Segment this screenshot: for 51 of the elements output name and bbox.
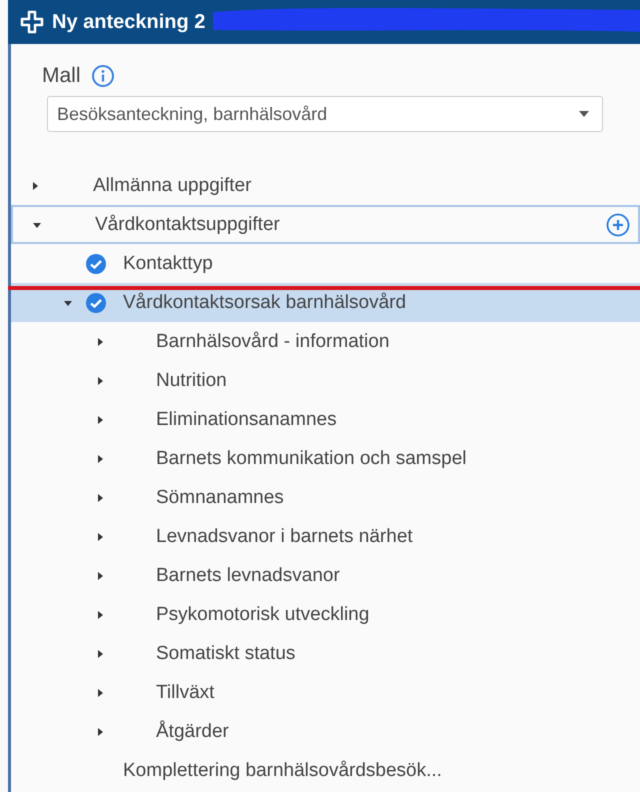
tree-row[interactable]: Psykomotorisk utveckling bbox=[11, 595, 640, 634]
tree-row[interactable]: Levnadsvanor i barnets närhet bbox=[11, 517, 640, 556]
caret-right-icon[interactable] bbox=[95, 570, 105, 580]
tree-row[interactable]: Vårdkontaktsuppgifter bbox=[11, 205, 640, 244]
tree-item-label: Sömnanamnes bbox=[156, 486, 284, 508]
caret-right-icon[interactable] bbox=[95, 648, 105, 658]
tree-row[interactable]: Barnets kommunikation och samspel bbox=[11, 439, 640, 478]
tree-row[interactable]: Sömnanamnes bbox=[11, 478, 640, 517]
caret-down-icon bbox=[578, 110, 590, 118]
tree-row[interactable]: Somatiskt status bbox=[11, 634, 640, 673]
template-label: Mall bbox=[42, 64, 81, 88]
tree-row[interactable]: Allmänna uppgifter bbox=[11, 166, 640, 205]
tree-item-label: Tillväxt bbox=[156, 682, 214, 704]
tree-row[interactable]: Åtgärder bbox=[11, 712, 640, 751]
tree-item-label: Barnets kommunikation och samspel bbox=[156, 448, 466, 470]
caret-right-icon[interactable] bbox=[95, 454, 105, 464]
caret-right-icon[interactable] bbox=[95, 610, 105, 620]
tree-item-label: Psykomotorisk utveckling bbox=[156, 604, 370, 626]
caret-right-icon[interactable] bbox=[95, 688, 105, 698]
caret-right-icon[interactable] bbox=[95, 532, 105, 542]
tree-item-label: Vårdkontaktsuppgifter bbox=[95, 214, 280, 236]
tree-item-label: Levnadsvanor i barnets närhet bbox=[156, 526, 413, 548]
tree-item-label: Komplettering barnhälsovårdsbesök... bbox=[123, 760, 442, 782]
tree-row[interactable]: Eliminationsanamnes bbox=[11, 400, 640, 439]
tree-item-label: Nutrition bbox=[156, 370, 227, 392]
cross-icon bbox=[20, 10, 44, 34]
caret-right-icon[interactable] bbox=[95, 726, 105, 736]
tree-item-label: Barnets levnadsvanor bbox=[156, 564, 340, 586]
tree-item-label: Somatiskt status bbox=[156, 642, 296, 664]
tree-item-label: Allmänna uppgifter bbox=[93, 174, 252, 196]
tree-row[interactable]: Tillväxt bbox=[11, 673, 640, 712]
tree-row[interactable]: Kontakttyp bbox=[11, 244, 640, 283]
tree-item-label: Barnhälsovård - information bbox=[156, 330, 390, 352]
caret-right-icon[interactable] bbox=[95, 492, 105, 502]
caret-right-icon[interactable] bbox=[95, 376, 105, 386]
tree-row[interactable]: Barnhälsovård - information bbox=[11, 322, 640, 361]
caret-right-icon[interactable] bbox=[95, 414, 105, 424]
tree-item-label: Kontakttyp bbox=[123, 252, 213, 274]
tree-row[interactable]: Vårdkontaktsorsak barnhälsovård bbox=[11, 283, 640, 322]
tree-row[interactable]: Komplettering barnhälsovårdsbesök... bbox=[11, 751, 640, 790]
template-dropdown[interactable]: Besöksanteckning, barnhälsovård bbox=[47, 96, 603, 132]
tree-row[interactable]: Nutrition bbox=[11, 361, 640, 400]
tree-item-label: Eliminationsanamnes bbox=[156, 408, 337, 430]
window-title: Ny anteckning 2 bbox=[52, 10, 206, 34]
caret-right-icon[interactable] bbox=[95, 336, 105, 346]
tree-item-label: Vårdkontaktsorsak barnhälsovård bbox=[123, 292, 406, 314]
info-icon[interactable] bbox=[90, 64, 115, 88]
caret-right-icon[interactable] bbox=[30, 180, 40, 190]
tree-row[interactable]: Barnets levnadsvanor bbox=[11, 556, 640, 595]
tree-item-label: Åtgärder bbox=[156, 720, 229, 742]
add-circle-icon[interactable] bbox=[606, 212, 630, 236]
